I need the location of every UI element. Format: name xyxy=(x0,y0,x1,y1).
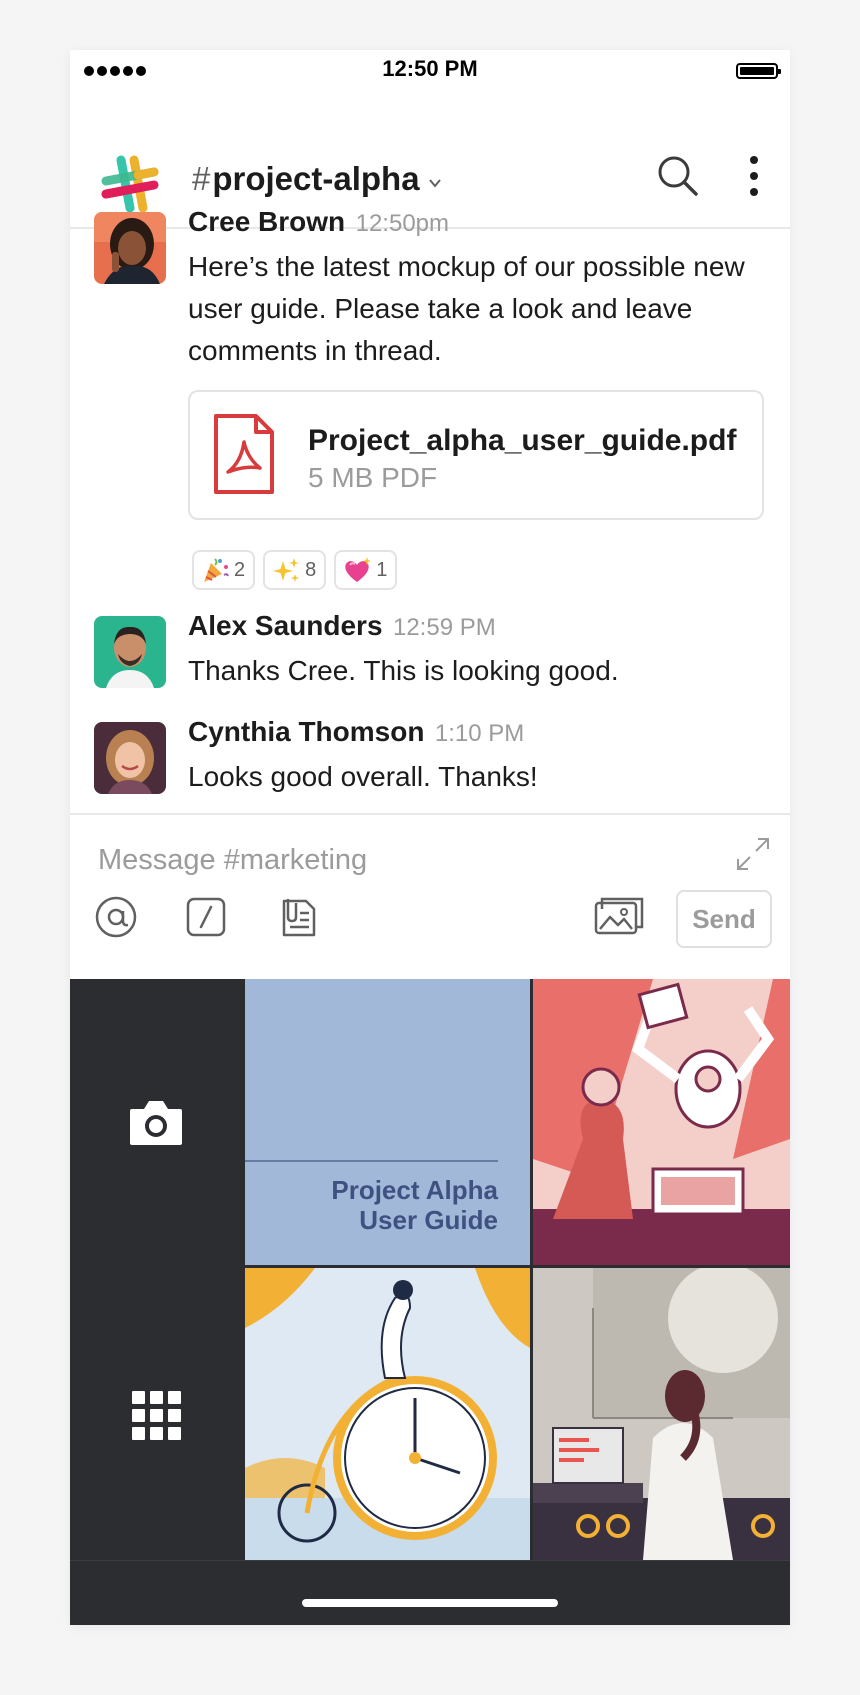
media-picker: Project Alpha User Guide xyxy=(70,979,790,1625)
message-author[interactable]: Cree Brown xyxy=(188,206,345,237)
file-attachment[interactable]: Project_alpha_user_guide.pdf 5 MB PDF xyxy=(188,390,764,520)
message-composer: Send xyxy=(70,813,790,963)
reaction-sparkles[interactable]: 8 xyxy=(263,550,327,590)
status-time: 12:50 PM xyxy=(382,56,478,81)
reaction-count: 2 xyxy=(234,558,246,581)
photo-grid-icon[interactable] xyxy=(132,1391,182,1441)
message-text: Looks good overall. Thanks! xyxy=(188,761,538,792)
camera-icon[interactable] xyxy=(128,1097,184,1147)
message-header: Cree Brown 12:50pm xyxy=(188,206,449,238)
file-meta: 5 MB PDF xyxy=(308,462,438,493)
message-author[interactable]: Cynthia Thomson xyxy=(188,716,424,747)
expand-icon[interactable] xyxy=(736,837,770,871)
message-header: Alex Saunders 12:59 PM xyxy=(188,610,496,642)
message-text: Thanks Cree. This is looking good. xyxy=(188,655,619,686)
phone-screen: 12:50 PM # project-alpha Cree Brown 12:5… xyxy=(70,50,790,1625)
attach-file-icon[interactable] xyxy=(276,895,320,939)
message-timestamp: 12:59 PM xyxy=(392,614,496,641)
guide-divider xyxy=(245,1160,498,1162)
message-timestamp: 12:50pm xyxy=(355,210,450,237)
search-icon[interactable] xyxy=(656,154,700,198)
message-timestamp: 1:10 PM xyxy=(434,720,525,747)
guide-thumbnail-title: Project Alpha User Guide xyxy=(331,1175,498,1235)
photo-thumbnail-bicycle[interactable] xyxy=(245,1268,530,1560)
sparkling-heart-icon xyxy=(345,557,372,582)
message-author[interactable]: Alex Saunders xyxy=(188,610,383,641)
reaction-party-popper[interactable]: 2 xyxy=(192,550,256,590)
chevron-down-icon xyxy=(428,179,441,188)
more-options-icon[interactable] xyxy=(746,154,762,198)
mention-icon[interactable] xyxy=(94,895,138,939)
reactions-bar: 2 8 1 xyxy=(192,550,398,590)
slack-logo-icon[interactable] xyxy=(100,154,160,214)
battery-icon xyxy=(736,63,781,79)
avatar[interactable] xyxy=(94,722,166,794)
avatar[interactable] xyxy=(94,616,166,688)
reaction-count: 8 xyxy=(305,558,317,581)
home-indicator[interactable] xyxy=(302,1599,558,1607)
message-input[interactable] xyxy=(96,839,660,881)
picker-sidebar xyxy=(70,979,243,1560)
photo-thumbnail-robot[interactable] xyxy=(533,979,790,1265)
reaction-count: 1 xyxy=(376,558,388,581)
photo-gallery-icon[interactable] xyxy=(594,895,644,939)
message-header: Cynthia Thomson 1:10 PM xyxy=(188,716,524,748)
pdf-file-icon xyxy=(214,414,274,494)
photo-thumbnail-user-guide[interactable]: Project Alpha User Guide xyxy=(245,979,530,1265)
send-button[interactable]: Send xyxy=(676,890,772,948)
message-text: Here’s the latest mockup of our possible… xyxy=(188,251,745,366)
slash-command-icon[interactable] xyxy=(184,895,228,939)
reaction-sparkling-heart[interactable]: 1 xyxy=(334,550,398,590)
avatar[interactable] xyxy=(94,212,166,284)
picker-divider xyxy=(70,1560,790,1561)
channel-name-button[interactable]: # project-alpha xyxy=(192,160,442,198)
photo-thumbnail-scientist[interactable] xyxy=(533,1268,790,1560)
channel-name: project-alpha xyxy=(212,160,420,197)
party-popper-icon xyxy=(204,558,229,582)
status-bar: 12:50 PM xyxy=(70,50,790,94)
file-name: Project_alpha_user_guide.pdf xyxy=(308,424,737,457)
channel-hash: # xyxy=(192,160,211,197)
sparkles-icon xyxy=(273,558,300,582)
